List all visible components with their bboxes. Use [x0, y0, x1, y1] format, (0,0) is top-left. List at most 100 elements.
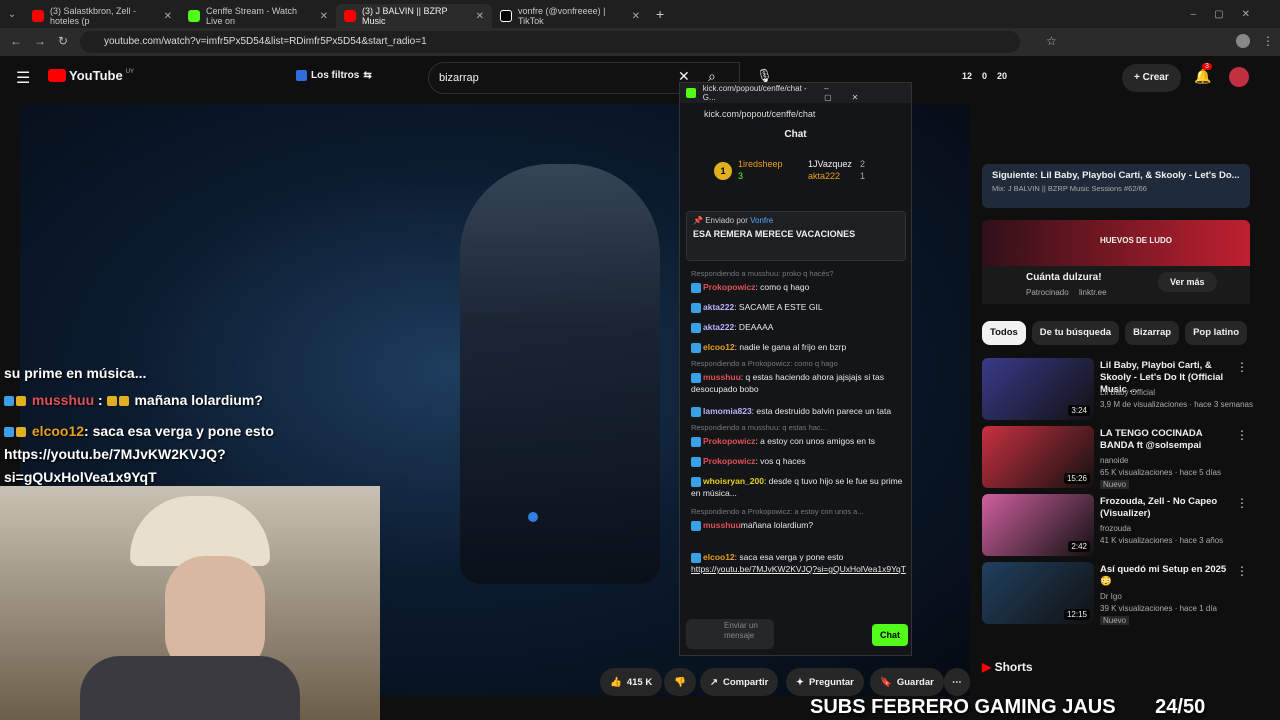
video-duration: 12:15 [1063, 609, 1090, 620]
filter-chips: Todos De tu búsqueda Bizarrap Pop latino [982, 321, 1253, 345]
new-tab-button[interactable]: + [656, 6, 664, 22]
video-thumbnail[interactable]: 3:24 [982, 358, 1094, 420]
video-meta: 41 K visualizaciones · hace 3 años [1100, 536, 1224, 545]
close-icon[interactable]: ✕ [632, 11, 640, 22]
chat-message: lamomia823: esta destruido balvin parece… [691, 405, 906, 417]
url-field[interactable]: youtube.com/watch?v=imfr5Px5D54&list=RDi… [80, 31, 1020, 53]
chat-username[interactable]: lamomia823 [703, 406, 752, 416]
body-shape [80, 656, 300, 720]
tab-3[interactable]: (3) J BALVIN || BZRP Music ✕ [336, 4, 492, 28]
recommended-video[interactable]: 15:26 LA TENGO COCINADA BANDA ft @solsemp… [982, 426, 1250, 490]
chat-username[interactable]: elcoo12 [703, 342, 735, 352]
ad-cta-button[interactable]: Ver más [1158, 272, 1217, 292]
ad-banner[interactable]: HUEVOS DE LUDO [982, 220, 1250, 266]
chat-username[interactable]: Prokopowicz [703, 282, 755, 292]
filters-button[interactable]: Los filtros ⇆ [296, 70, 372, 81]
badge-icon [691, 436, 701, 447]
chat-username[interactable]: Prokopowicz [703, 436, 755, 446]
more-options-icon[interactable]: ⋮ [1236, 360, 1248, 374]
more-options-icon[interactable]: ⋮ [1236, 564, 1248, 578]
chat-username[interactable]: musshuu [703, 372, 741, 382]
chat-username[interactable]: musshuu [703, 520, 741, 530]
tab-4[interactable]: vonfre (@vonfreeee) | TikTok ✕ [492, 4, 648, 28]
hamburger-icon[interactable]: ☰ [16, 68, 30, 88]
avatar[interactable] [1229, 67, 1249, 87]
create-button[interactable]: + Crear [1122, 64, 1181, 92]
like-button[interactable]: 👍 415 K [600, 668, 663, 696]
mix-next-panel[interactable]: Siguiente: Lil Baby, Playboi Carti, & Sk… [982, 164, 1250, 208]
new-badge: Nuevo [1100, 480, 1130, 489]
channel-name[interactable]: Dr Igo [1100, 592, 1122, 601]
chat-header: Chat [784, 129, 807, 140]
video-title[interactable]: Así quedó mi Setup en 2025 😳 [1100, 564, 1235, 588]
more-actions-button[interactable]: ⋯ [944, 668, 970, 696]
save-button[interactable]: 🔖 Guardar [870, 668, 944, 696]
channel-name[interactable]: Lil Baby Official [1100, 388, 1155, 397]
chat-message: musshuu: q estas haciendo ahora jajsjajs… [691, 371, 906, 395]
recommended-video[interactable]: 2:42 Frozouda, Zell - No Capeo (Visualize… [982, 494, 1250, 558]
stream-banner: SUBS FEBRERO GAMING JAUS 24/50 [810, 696, 1206, 718]
chat-username[interactable]: Prokopowicz [703, 456, 755, 466]
more-options-icon[interactable]: ⋮ [1236, 428, 1248, 442]
badge-icon [16, 396, 26, 407]
window-controls[interactable]: –▢✕ [1191, 9, 1268, 20]
chat-link[interactable]: https://youtu.be/7MJvKW2KVJQ?si=gQUxHolV… [691, 563, 906, 575]
browser-tab-bar: ⌄ (3) Salastkbron, Zell - hoteles (p ✕ Ce… [0, 0, 1280, 28]
share-icon: ↗ [710, 676, 718, 688]
channel-name[interactable]: frozouda [1100, 524, 1131, 533]
chat-username[interactable]: whoisryan_200 [703, 476, 764, 486]
close-icon[interactable]: ✕ [320, 11, 328, 22]
search-input[interactable]: bizarrap [439, 72, 479, 84]
ask-button[interactable]: ✦ Preguntar [786, 668, 864, 696]
thumbs-down-icon: 👎 [674, 676, 686, 688]
chat-message: akta222: SACAME A ESTE GIL [691, 301, 906, 313]
address-bar-row: ← → ↻ youtube.com/watch?v=imfr5Px5D54&li… [0, 28, 1280, 56]
chat-username[interactable]: akta222 [703, 302, 734, 312]
kick-chat-popup: kick.com/popout/cenffe/chat - G... –▢✕ k… [679, 82, 912, 656]
star-icon[interactable]: ☆ [1046, 34, 1057, 48]
badge-icon [691, 372, 701, 383]
tab-2[interactable]: Cenffe Stream - Watch Live on ✕ [180, 4, 336, 28]
badge-icon [4, 396, 14, 407]
chat-text: : esta destruido balvin parece un tata [751, 406, 892, 416]
shorts-icon: ▶ [982, 660, 992, 674]
pinned-message[interactable]: 📌 Enviado por Vonfre ESA REMERA MERECE V… [686, 211, 906, 261]
video-thumbnail[interactable]: 12:15 [982, 562, 1094, 624]
chat-username[interactable]: akta222 [703, 322, 734, 332]
tab-list-button[interactable]: ⌄ [0, 9, 24, 20]
video-thumbnail[interactable]: 2:42 [982, 494, 1094, 556]
chat-message: Prokopowicz: vos q haces [691, 455, 906, 467]
bell-icon[interactable]: 🔔 [1194, 68, 1211, 85]
recommended-video[interactable]: 3:24 Lil Baby, Playboi Carti, & Skooly - … [982, 358, 1253, 422]
forward-icon[interactable]: → [34, 34, 46, 48]
close-icon[interactable]: ✕ [476, 11, 484, 22]
emote-icon [106, 396, 117, 407]
menu-icon[interactable]: ⋮ [1262, 34, 1274, 48]
chat-text: : a estoy con unos amigos en ts [755, 436, 875, 446]
close-icon[interactable]: ✕ [164, 11, 172, 22]
channel-name[interactable]: nanoide [1100, 456, 1128, 465]
dislike-button[interactable]: 👎 [664, 668, 696, 696]
video-thumbnail[interactable]: 15:26 [982, 426, 1094, 488]
popup-window-controls[interactable]: –▢✕ [824, 84, 901, 102]
youtube-logo[interactable]: YouTube UY [48, 68, 134, 83]
share-button[interactable]: ↗ Compartir [700, 668, 779, 696]
chat-username[interactable]: elcoo12 [703, 552, 735, 562]
badge-icon [691, 520, 701, 531]
tab-1[interactable]: (3) Salastkbron, Zell - hoteles (p ✕ [24, 4, 180, 28]
chat-input[interactable]: Enviar un mensaje [686, 619, 774, 649]
profile-avatar[interactable] [1236, 34, 1250, 48]
tiktok-icon [500, 10, 512, 22]
reload-icon[interactable]: ↻ [58, 34, 68, 48]
chat-text: : vos q haces [755, 456, 806, 466]
more-options-icon[interactable]: ⋮ [1236, 496, 1248, 510]
recommended-video[interactable]: 12:15 Así quedó mi Setup en 2025 😳 Dr Igo 3… [982, 562, 1250, 626]
shorts-heading: ▶ Shorts [982, 660, 1033, 674]
notification-count: 3 [1202, 63, 1212, 70]
video-title[interactable]: Frozouda, Zell - No Capeo (Visualizer) [1100, 496, 1235, 520]
video-title[interactable]: LA TENGO COCINADA BANDA ft @solsempai [1100, 428, 1235, 452]
youtube-header: ☰ YouTube UY Los filtros ⇆ bizarrap ✕ ⌕ … [0, 56, 1280, 100]
send-chat-button[interactable]: Chat [872, 624, 908, 646]
video-meta: 39 K visualizaciones · hace 1 día [1100, 604, 1217, 613]
back-icon[interactable]: ← [10, 34, 22, 48]
